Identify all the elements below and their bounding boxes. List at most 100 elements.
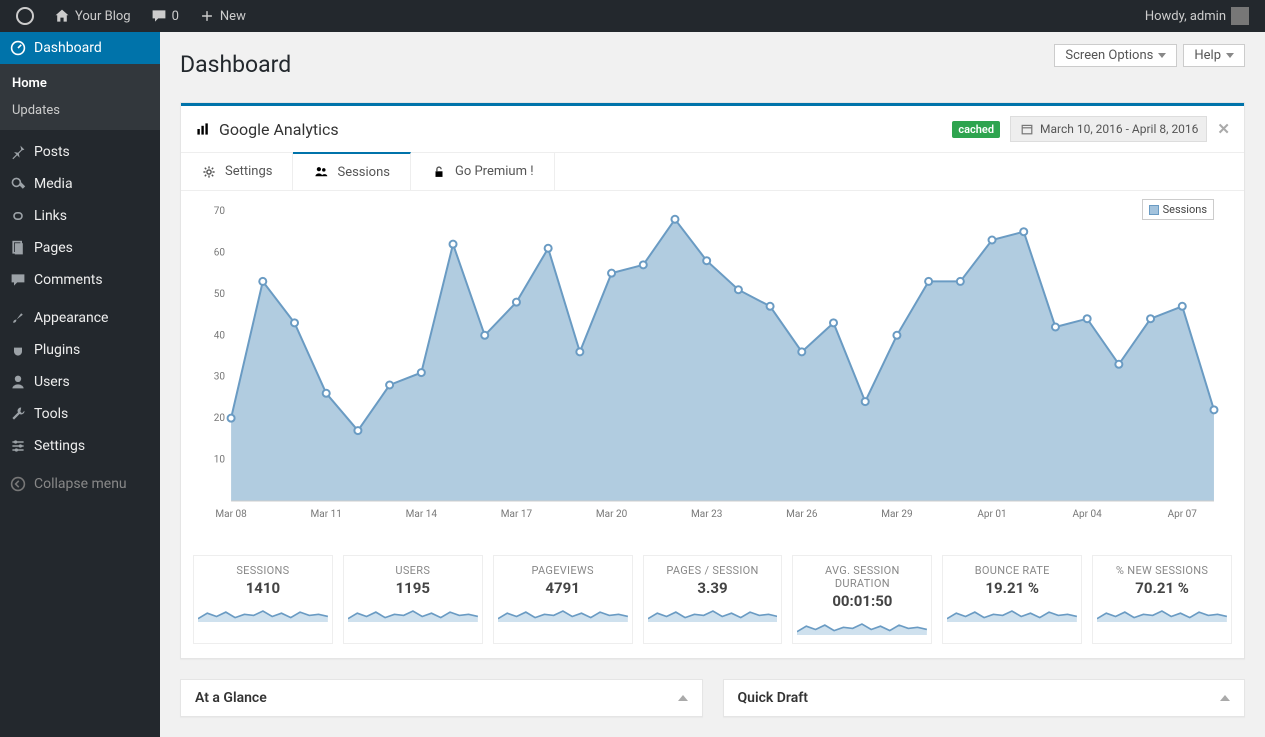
svg-text:Apr 01: Apr 01	[977, 509, 1006, 520]
stat-label: AVG. SESSION DURATION	[797, 564, 927, 590]
stat-card: SESSIONS 1410	[193, 555, 333, 644]
stat-label: % NEW SESSIONS	[1097, 564, 1227, 577]
svg-text:60: 60	[214, 247, 226, 258]
new-label: New	[220, 9, 246, 24]
stat-value: 19.21 %	[947, 579, 1077, 597]
google-analytics-widget: Google Analytics cached March 10, 2016 -…	[180, 102, 1245, 659]
svg-text:Mar 26: Mar 26	[786, 509, 818, 520]
avatar	[1231, 7, 1249, 25]
sidebar-item-users[interactable]: Users	[0, 366, 160, 398]
link-icon	[10, 208, 26, 224]
wrench-icon	[10, 406, 26, 422]
stat-card: USERS 1195	[343, 555, 483, 644]
stat-value: 1410	[198, 579, 328, 597]
dashboard-icon	[10, 40, 26, 56]
svg-text:Mar 14: Mar 14	[406, 509, 438, 520]
sidebar-collapse[interactable]: Collapse menu	[0, 468, 160, 500]
widget-title: Google Analytics	[219, 120, 339, 139]
home-icon	[54, 8, 70, 24]
collapse-icon	[10, 476, 26, 492]
stat-card: PAGES / SESSION 3.39	[643, 555, 783, 644]
stat-label: BOUNCE RATE	[947, 564, 1077, 577]
new-link[interactable]: New	[191, 0, 254, 32]
stat-label: SESSIONS	[198, 564, 328, 577]
svg-text:50: 50	[214, 289, 226, 300]
sidebar-label: Users	[34, 374, 70, 390]
howdy-link[interactable]: Howdy, admin	[1137, 0, 1257, 32]
stats-row: SESSIONS 1410 USERS 1195 PAGEVIEWS 4791 …	[181, 555, 1244, 658]
stat-value: 4791	[498, 579, 628, 597]
unlock-icon	[431, 164, 447, 180]
screen-options-button[interactable]: Screen Options	[1054, 44, 1177, 67]
tab-premium[interactable]: Go Premium !	[411, 153, 555, 190]
stat-value: 1195	[348, 579, 478, 597]
calendar-icon	[1019, 121, 1035, 137]
close-icon[interactable]: ✕	[1217, 120, 1230, 138]
stat-card: AVG. SESSION DURATION 00:01:50	[792, 555, 932, 644]
svg-text:Mar 20: Mar 20	[596, 509, 628, 520]
users-icon	[313, 164, 329, 180]
sidebar-item-dashboard[interactable]: Dashboard	[0, 32, 160, 64]
user-icon	[10, 374, 26, 390]
svg-text:40: 40	[214, 330, 226, 341]
sidebar-label: Plugins	[34, 342, 80, 358]
svg-text:Mar 17: Mar 17	[501, 509, 533, 520]
site-link[interactable]: Your Blog	[46, 0, 139, 32]
quick-draft-widget-header[interactable]: Quick Draft	[724, 680, 1245, 716]
comment-icon	[151, 8, 167, 24]
chart-legend: Sessions	[1142, 199, 1214, 220]
sidebar-label: Tools	[34, 406, 68, 422]
chevron-down-icon	[1158, 53, 1166, 58]
sidebar-item-links[interactable]: Links	[0, 200, 160, 232]
plug-icon	[10, 342, 26, 358]
svg-text:20: 20	[214, 413, 226, 424]
sessions-chart: 10203040506070Mar 08Mar 11Mar 14Mar 17Ma…	[201, 201, 1224, 531]
sidebar-label: Dashboard	[34, 40, 102, 56]
svg-text:Mar 08: Mar 08	[215, 509, 247, 520]
collapse-icon	[1220, 695, 1230, 701]
sidebar-item-pages[interactable]: Pages	[0, 232, 160, 264]
collapse-icon	[678, 695, 688, 701]
svg-text:Mar 23: Mar 23	[691, 509, 722, 520]
stat-label: USERS	[348, 564, 478, 577]
sliders-icon	[10, 438, 26, 454]
sidebar-item-appearance[interactable]: Appearance	[0, 302, 160, 334]
stat-card: BOUNCE RATE 19.21 %	[942, 555, 1082, 644]
page-icon	[10, 240, 26, 256]
sidebar-sub-home[interactable]: Home	[0, 70, 160, 97]
sidebar-label: Pages	[34, 240, 73, 256]
tab-settings[interactable]: Settings	[181, 153, 293, 190]
pin-icon	[10, 144, 26, 160]
brush-icon	[10, 310, 26, 326]
at-a-glance-widget-header[interactable]: At a Glance	[181, 680, 702, 716]
sidebar-label: Collapse menu	[34, 476, 127, 492]
svg-text:Mar 29: Mar 29	[881, 509, 912, 520]
tab-sessions[interactable]: Sessions	[293, 152, 411, 190]
sidebar-sub-updates[interactable]: Updates	[0, 97, 160, 124]
comments-link[interactable]: 0	[143, 0, 187, 32]
wp-logo[interactable]	[8, 0, 42, 32]
help-button[interactable]: Help	[1183, 44, 1245, 67]
date-range-picker[interactable]: March 10, 2016 - April 8, 2016	[1010, 116, 1207, 142]
svg-text:70: 70	[214, 206, 226, 217]
cached-badge: cached	[952, 121, 1000, 138]
page-title: Dashboard	[180, 42, 291, 82]
sidebar-item-comments[interactable]: Comments	[0, 264, 160, 296]
comments-count: 0	[172, 9, 179, 24]
svg-text:10: 10	[214, 455, 226, 466]
sidebar-item-tools[interactable]: Tools	[0, 398, 160, 430]
sidebar-item-settings[interactable]: Settings	[0, 430, 160, 462]
stat-value: 3.39	[648, 579, 778, 597]
stat-card: % NEW SESSIONS 70.21 %	[1092, 555, 1232, 644]
stat-value: 70.21 %	[1097, 579, 1227, 597]
sidebar-item-plugins[interactable]: Plugins	[0, 334, 160, 366]
admin-sidebar: Dashboard Home Updates Posts Media Links…	[0, 32, 160, 737]
svg-text:Mar 11: Mar 11	[311, 509, 342, 520]
sidebar-label: Posts	[34, 144, 70, 160]
bar-chart-icon	[195, 121, 211, 137]
sidebar-item-posts[interactable]: Posts	[0, 136, 160, 168]
sidebar-item-media[interactable]: Media	[0, 168, 160, 200]
sidebar-label: Appearance	[34, 310, 108, 326]
svg-text:Apr 07: Apr 07	[1168, 509, 1198, 520]
site-name: Your Blog	[75, 9, 131, 24]
